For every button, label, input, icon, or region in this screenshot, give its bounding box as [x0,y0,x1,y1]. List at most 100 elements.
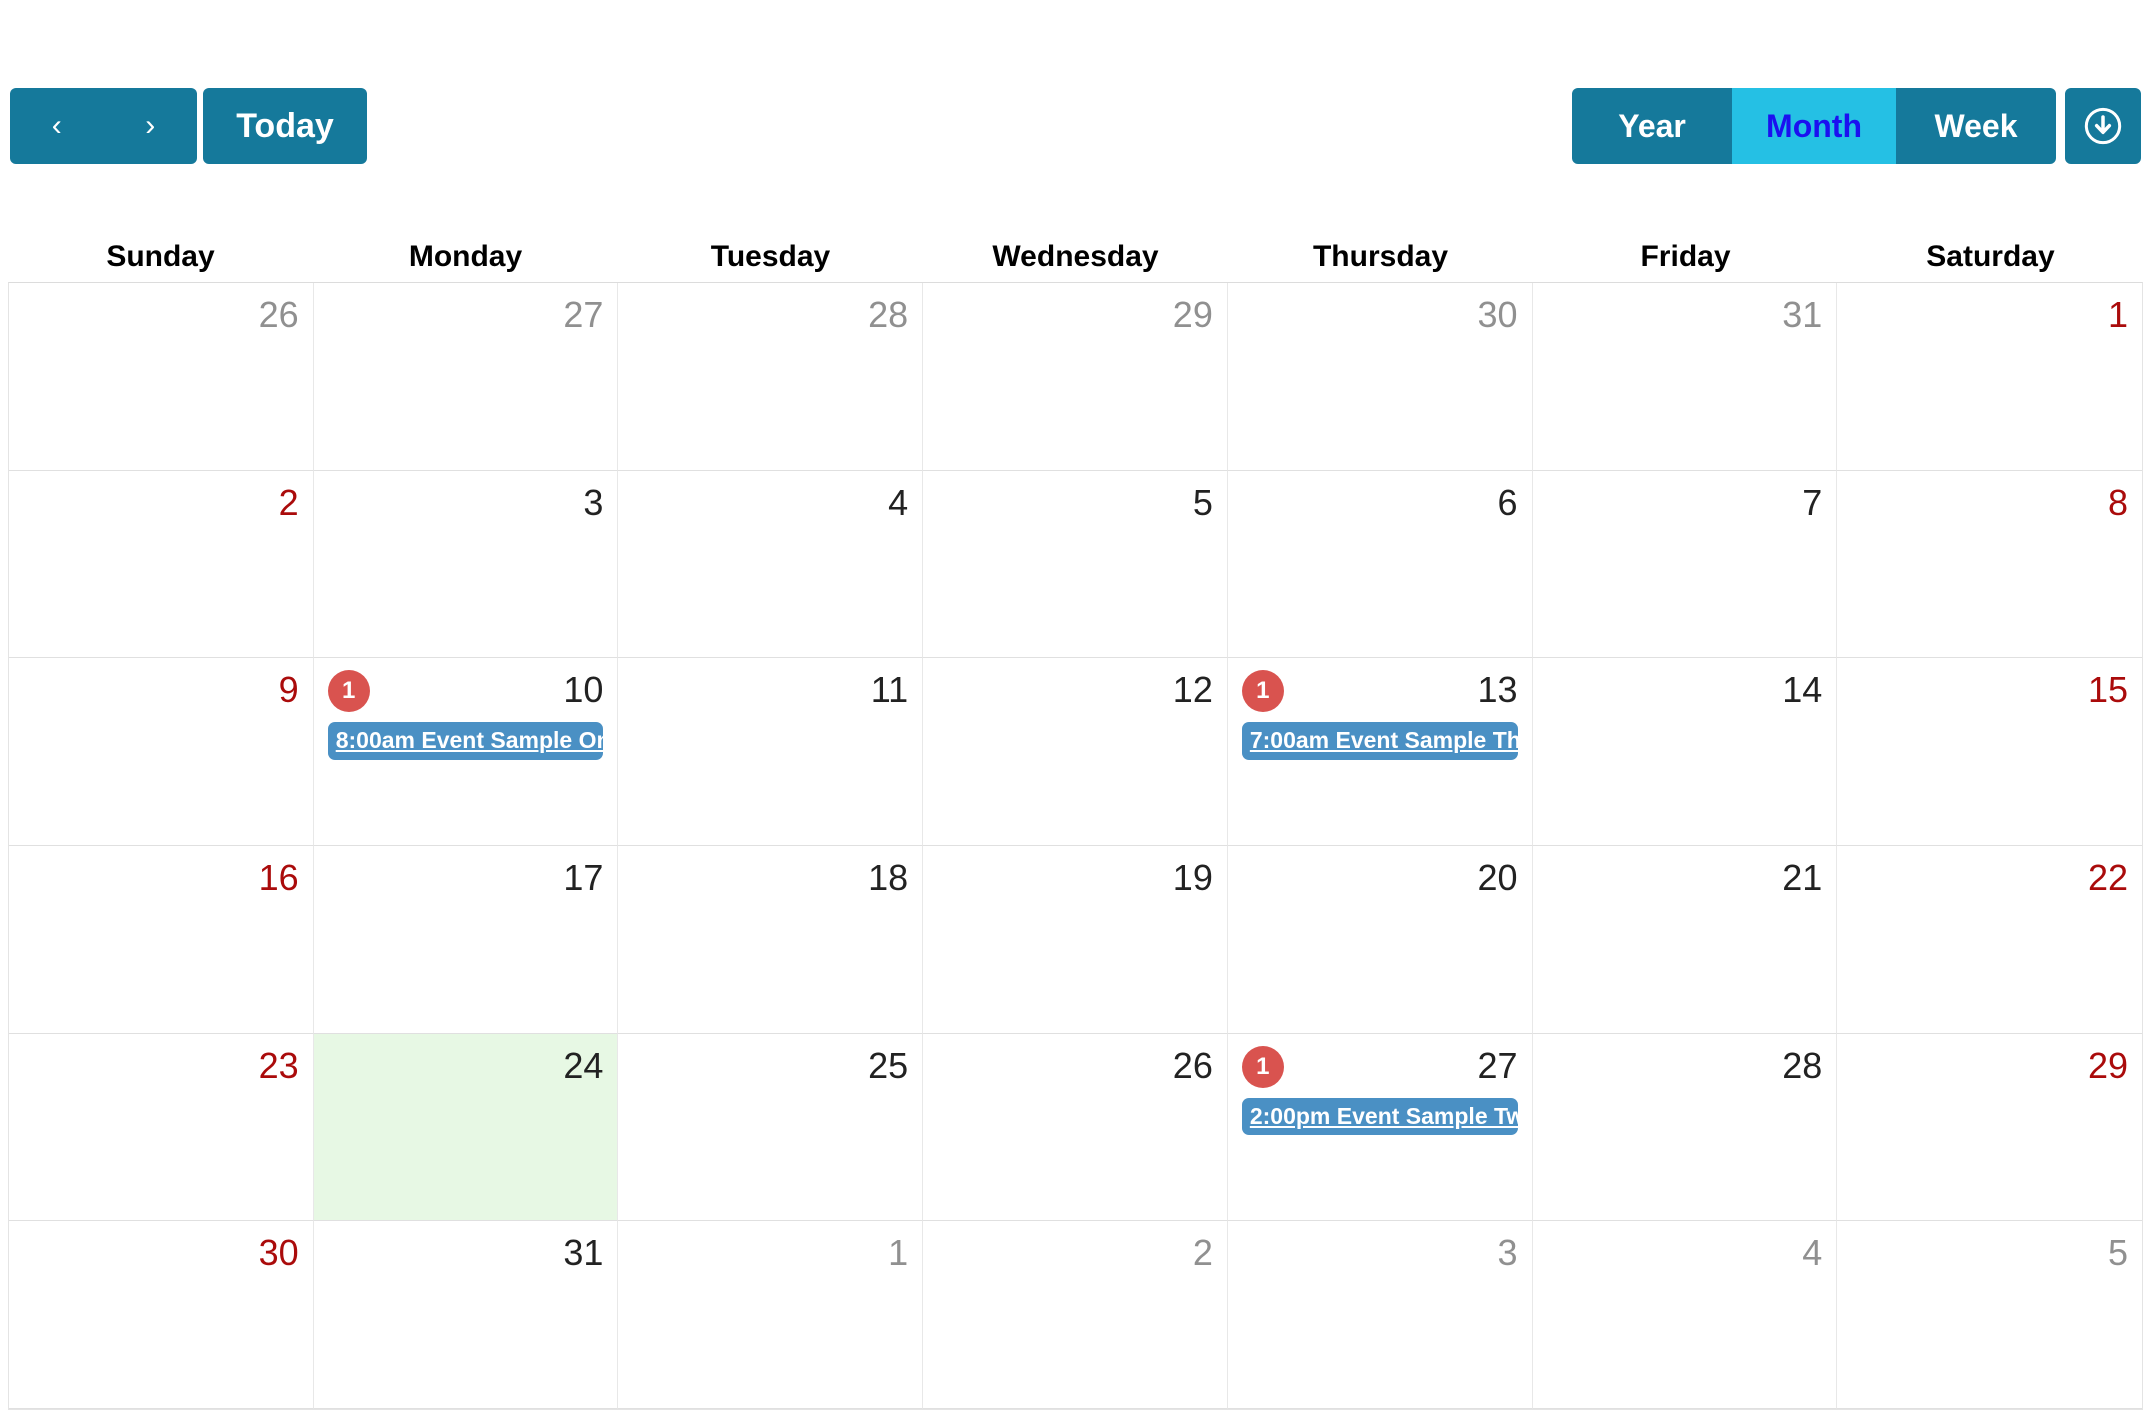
calendar-day-cell[interactable]: 5 [1837,1221,2142,1409]
calendar-day-cell[interactable]: 22 [1837,846,2142,1034]
day-number[interactable]: 22 [2088,856,2128,900]
calendar-day-cell-today[interactable]: 24 [313,1033,619,1222]
calendar-day-cell[interactable]: 19 [923,846,1228,1034]
calendar-day-cell[interactable]: 29 [923,283,1228,471]
calendar-day-cell[interactable]: 21 [1532,846,1838,1034]
day-number[interactable]: 10 [563,668,603,712]
download-button[interactable] [2065,88,2141,164]
calendar-day-cell[interactable]: 1 10 8:00am Event Sample One [313,658,619,846]
day-number[interactable]: 26 [1173,1044,1213,1088]
day-number[interactable]: 28 [868,293,908,337]
day-number[interactable]: 19 [1173,856,1213,900]
calendar-day-cell[interactable]: 9 [9,658,314,846]
calendar-day-cell[interactable]: 2 [9,470,314,659]
day-number[interactable]: 2 [279,481,299,525]
calendar-day-cell[interactable]: 31 [1532,283,1838,471]
calendar-day-cell[interactable]: 12 [923,658,1228,846]
day-number-row: 14 [1547,668,1822,716]
calendar-day-cell[interactable]: 26 [923,1033,1228,1222]
next-period-button[interactable]: › [104,88,198,164]
day-number[interactable]: 27 [1478,1044,1518,1088]
day-number[interactable]: 3 [1498,1231,1518,1275]
day-number[interactable]: 30 [259,1231,299,1275]
day-number[interactable]: 4 [888,481,908,525]
view-button-month[interactable]: Month [1732,88,1896,164]
day-number-row: 1 10 [327,668,603,716]
calendar-day-cell[interactable]: 3 [1227,1221,1533,1409]
calendar-day-cell[interactable]: 26 [9,283,314,471]
calendar-day-cell[interactable]: 17 [313,846,619,1034]
day-number[interactable]: 9 [279,668,299,712]
calendar-event[interactable]: 2:00pm Event Sample Two [1241,1097,1518,1136]
day-number[interactable]: 25 [868,1044,908,1088]
calendar-day-cell[interactable]: 1 [618,1221,924,1409]
day-number[interactable]: 29 [1173,293,1213,337]
day-number[interactable]: 2 [1193,1231,1213,1275]
calendar-day-cell[interactable]: 5 [923,470,1228,659]
day-number[interactable]: 27 [563,293,603,337]
day-number[interactable]: 23 [259,1044,299,1088]
calendar-day-cell[interactable]: 2 [923,1221,1228,1409]
day-number[interactable]: 5 [1193,481,1213,525]
view-button-week[interactable]: Week [1896,88,2056,164]
event-count-badge[interactable]: 1 [1241,670,1284,713]
calendar-day-cell[interactable]: 3 [313,470,619,659]
day-number[interactable]: 31 [563,1231,603,1275]
today-button[interactable]: Today [203,88,367,164]
day-number[interactable]: 28 [1782,1044,1822,1088]
day-number[interactable]: 7 [1802,481,1822,525]
day-number[interactable]: 16 [259,856,299,900]
day-number[interactable]: 21 [1782,856,1822,900]
day-number[interactable]: 13 [1478,668,1518,712]
calendar-event[interactable]: 8:00am Event Sample One [327,722,604,760]
calendar-day-cell[interactable]: 27 [313,283,619,471]
calendar-day-cell[interactable]: 28 [1532,1033,1838,1222]
prev-period-button[interactable]: ‹ [10,88,104,164]
calendar-day-cell[interactable]: 4 [1532,1221,1838,1409]
day-number[interactable]: 24 [563,1044,603,1088]
calendar-day-cell[interactable]: 4 [618,470,924,659]
calendar-day-cell[interactable]: 1 13 7:00am Event Sample Three [1227,658,1533,846]
calendar-day-cell[interactable]: 1 [1837,283,2142,471]
day-number[interactable]: 18 [868,856,908,900]
day-number[interactable]: 17 [563,856,603,900]
calendar-day-cell[interactable]: 16 [9,846,314,1034]
calendar-day-cell[interactable]: 18 [618,846,924,1034]
day-number[interactable]: 1 [888,1231,908,1275]
calendar-day-cell[interactable]: 1 27 2:00pm Event Sample Two [1227,1033,1533,1222]
calendar-day-cell[interactable]: 30 [9,1221,314,1409]
calendar-day-cell[interactable]: 20 [1227,846,1533,1034]
calendar-day-cell[interactable]: 31 [313,1221,619,1409]
day-number[interactable]: 29 [2088,1044,2128,1088]
event-count-badge[interactable]: 1 [327,670,370,713]
day-number[interactable]: 6 [1498,481,1518,525]
day-number[interactable]: 14 [1782,668,1822,712]
day-number[interactable]: 3 [583,481,603,525]
view-button-year[interactable]: Year [1572,88,1733,164]
calendar-day-cell[interactable]: 23 [9,1033,314,1222]
calendar-day-cell[interactable]: 7 [1532,470,1838,659]
calendar-day-cell[interactable]: 29 [1837,1034,2142,1222]
calendar-day-cell[interactable]: 11 [618,658,924,846]
day-number[interactable]: 4 [1802,1231,1822,1275]
day-number[interactable]: 30 [1478,293,1518,337]
event-count-badge[interactable]: 1 [1241,1045,1284,1088]
day-number[interactable]: 31 [1782,293,1822,337]
calendar-day-cell[interactable]: 8 [1837,471,2142,659]
day-number[interactable]: 15 [2088,668,2128,712]
day-number[interactable]: 12 [1173,668,1213,712]
day-number-row: 21 [1547,856,1822,904]
day-number[interactable]: 1 [2108,293,2128,337]
calendar-day-cell[interactable]: 30 [1227,283,1533,471]
calendar-day-cell[interactable]: 25 [618,1033,924,1222]
day-number[interactable]: 20 [1478,856,1518,900]
day-number[interactable]: 11 [871,668,908,712]
calendar-day-cell[interactable]: 15 [1837,658,2142,846]
day-number[interactable]: 5 [2108,1231,2128,1275]
calendar-day-cell[interactable]: 28 [618,283,924,471]
day-number[interactable]: 26 [259,293,299,337]
calendar-event[interactable]: 7:00am Event Sample Three [1241,722,1518,760]
day-number[interactable]: 8 [2108,481,2128,525]
calendar-day-cell[interactable]: 6 [1227,470,1533,659]
calendar-day-cell[interactable]: 14 [1532,658,1838,846]
